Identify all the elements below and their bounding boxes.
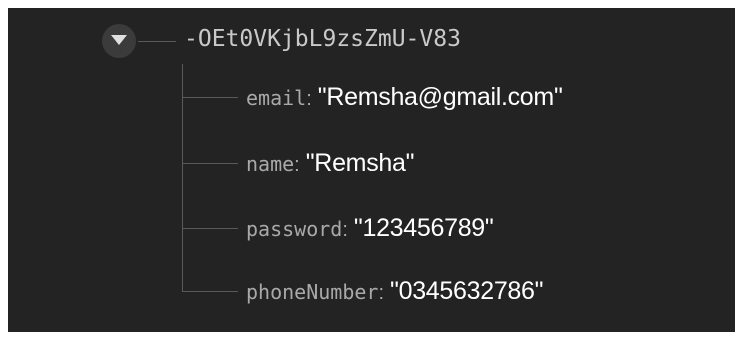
tree-branch <box>182 291 238 292</box>
field-colon: : <box>306 88 312 110</box>
field-colon: : <box>342 219 348 241</box>
field-value[interactable]: "Remsha" <box>306 149 415 177</box>
child-row-email[interactable]: email: "Remsha@gmail.com" <box>246 79 563 115</box>
field-value[interactable]: "Remsha@gmail.com" <box>318 83 563 111</box>
expand-collapse-toggle[interactable] <box>102 24 136 58</box>
child-row-phone-number[interactable]: phoneNumber: "0345632786" <box>246 273 544 309</box>
tree-branch <box>182 228 238 229</box>
caret-down-icon <box>111 35 127 45</box>
field-value[interactable]: "0345632786" <box>390 277 543 305</box>
tree-connector-horizontal <box>138 41 176 42</box>
tree-branch <box>182 163 238 164</box>
child-row-password[interactable]: password: "123456789" <box>246 210 494 246</box>
field-colon: : <box>378 282 385 304</box>
field-value[interactable]: "123456789" <box>354 214 494 242</box>
database-tree-panel: -OEt0VKjbL9zsZmU-V83 email: "Remsha@gmail… <box>8 8 735 332</box>
node-key[interactable]: -OEt0VKjbL9zsZmU-V83 <box>184 22 461 56</box>
field-key: name <box>246 152 295 176</box>
tree-connector-vertical <box>182 64 183 291</box>
field-key: password <box>246 217 343 241</box>
field-key: phoneNumber <box>246 280 379 304</box>
field-colon: : <box>294 154 300 176</box>
child-row-name[interactable]: name: "Remsha" <box>246 145 414 181</box>
field-key: email <box>246 86 307 110</box>
tree-branch <box>182 97 238 98</box>
